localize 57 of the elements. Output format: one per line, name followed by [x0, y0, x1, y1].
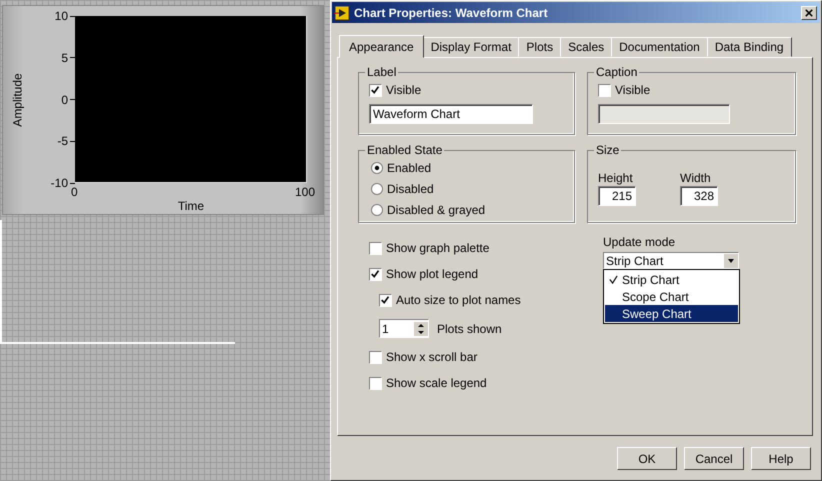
group-title: Enabled State — [366, 143, 444, 157]
dialog-button[interactable]: Help — [751, 447, 811, 470]
tick-label: 0 — [61, 92, 68, 106]
menu-item[interactable]: Sweep Chart — [605, 305, 738, 322]
checkbox[interactable] — [369, 84, 382, 96]
tab[interactable]: Documentation — [611, 37, 708, 57]
radio-label: Disabled — [387, 182, 434, 196]
field-label: Width — [680, 171, 712, 185]
tab[interactable]: Plots — [518, 37, 562, 57]
update-mode-dropdown[interactable]: Strip Chart — [603, 252, 739, 269]
close-button[interactable] — [801, 6, 817, 20]
checkbox-label: Auto size to plot names — [396, 293, 521, 307]
group-title: Caption — [595, 65, 638, 79]
dialog-button[interactable]: Cancel — [684, 447, 744, 470]
field-label: Update mode — [603, 235, 676, 249]
tab[interactable]: Scales — [560, 37, 612, 57]
tick-label: 5 — [61, 50, 68, 65]
spinner-label: Plots shown — [437, 322, 502, 336]
checkbox-label: Show graph palette — [386, 241, 490, 255]
checkbox[interactable] — [369, 268, 382, 280]
checkbox-label: Visible — [386, 83, 422, 97]
checkbox[interactable] — [369, 350, 382, 364]
checkbox-label: Show x scroll bar — [386, 350, 478, 364]
checkbox[interactable] — [369, 242, 382, 254]
label-field[interactable]: Waveform Chart — [369, 104, 533, 124]
close-icon — [805, 8, 813, 16]
plots-spinner[interactable]: 1 — [379, 319, 429, 338]
menu-item[interactable]: Strip Chart — [605, 271, 738, 288]
axis-label: Amplitude — [11, 72, 25, 126]
tick-label: 10 — [54, 9, 68, 23]
group-title: Label — [366, 65, 398, 79]
width-field[interactable]: 328 — [680, 186, 718, 206]
tick-label: -10 — [50, 176, 68, 190]
group-title: Size — [595, 143, 620, 157]
menu-item[interactable]: Scope Chart — [605, 288, 738, 305]
radio-button[interactable] — [371, 183, 383, 195]
radio-label: Enabled — [387, 161, 432, 175]
tab[interactable]: Data Binding — [706, 37, 792, 57]
tick-label: 100 — [294, 185, 315, 199]
field-label: Height — [598, 171, 634, 185]
axis-label: Time — [178, 199, 204, 215]
app-icon — [334, 4, 350, 20]
height-field[interactable]: 215 — [598, 186, 636, 206]
tick-label: 0 — [71, 185, 78, 199]
tab[interactable]: Appearance — [339, 35, 424, 58]
radio-button[interactable] — [371, 204, 383, 216]
dialog-button[interactable]: OK — [617, 447, 677, 470]
checkbox-label: Visible — [615, 83, 650, 97]
window-title: Chart Properties: Waveform Chart — [354, 6, 548, 20]
checkbox-label: Show scale legend — [386, 376, 487, 390]
waveform-chart[interactable]: Amplitude 10 5 0 -5 -10 0 100 Time — [2, 5, 324, 215]
tick-label: -5 — [57, 134, 68, 148]
checkbox-label: Show plot legend — [386, 267, 478, 281]
radio-button[interactable] — [371, 162, 383, 174]
radio-label: Disabled & grayed — [387, 203, 486, 217]
checkbox[interactable] — [369, 376, 382, 390]
checkbox[interactable] — [379, 294, 392, 306]
